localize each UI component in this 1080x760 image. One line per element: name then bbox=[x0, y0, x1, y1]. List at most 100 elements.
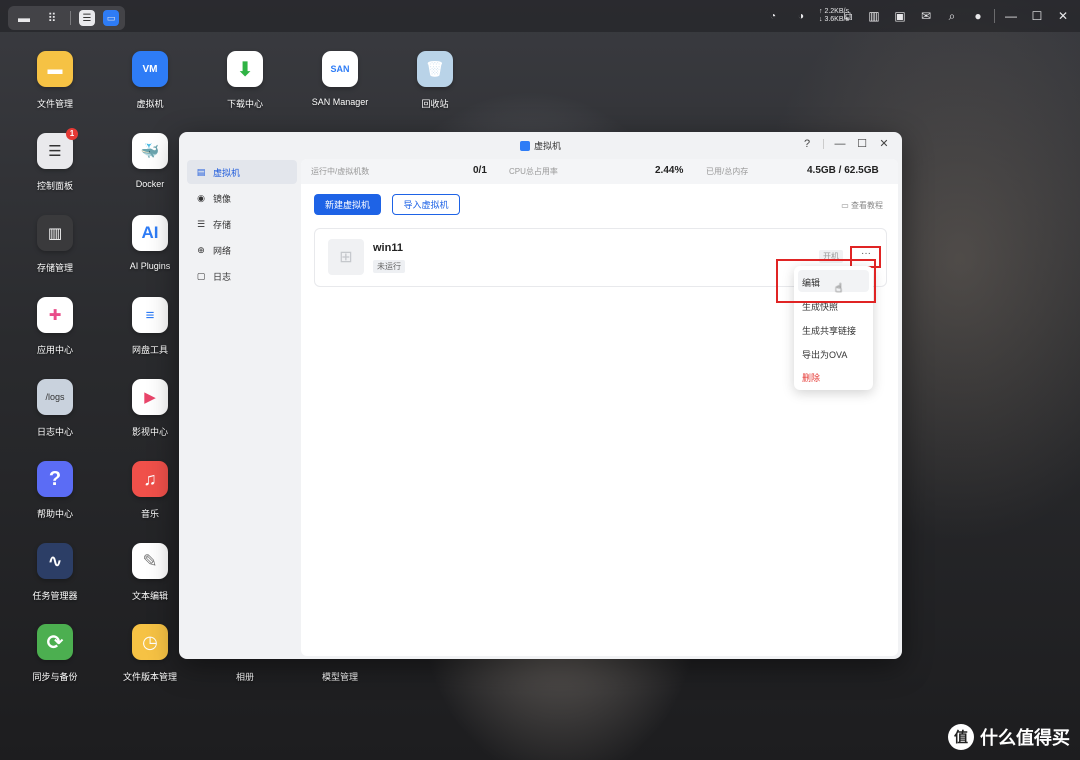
video-icon: ▶ bbox=[132, 379, 168, 415]
ai-icon: AI bbox=[132, 215, 168, 251]
tutorial-label: 查看教程 bbox=[851, 201, 883, 210]
sidebar-item-label: 日志 bbox=[213, 271, 232, 282]
divider bbox=[994, 9, 995, 23]
sidebar-item-label: 镜像 bbox=[213, 193, 232, 204]
server-icon: ▤ bbox=[196, 166, 206, 177]
app-san-manager[interactable]: SAN SAN Manager bbox=[295, 51, 385, 107]
cloud-drive-icon: ≡ bbox=[132, 297, 168, 333]
trash-icon: 🗑 bbox=[417, 51, 453, 87]
music-icon: ♫ bbox=[132, 461, 168, 497]
folder-icon: ▬ bbox=[37, 51, 73, 87]
maximize-icon[interactable]: ☐ bbox=[1027, 6, 1047, 26]
separator bbox=[823, 138, 824, 149]
storage-icon: ▥ bbox=[37, 215, 73, 251]
log-icon: ▢ bbox=[196, 270, 206, 281]
divider bbox=[70, 11, 71, 25]
version-icon: ◷ bbox=[132, 624, 168, 660]
system-status: ◔ ◑ ↑ 2.2KB/s ↓ 3.6KB/s bbox=[763, 6, 849, 26]
menu-item-export-ova[interactable]: 导出为OVA bbox=[802, 348, 847, 361]
new-vm-button[interactable]: 新建虚拟机 bbox=[314, 194, 381, 215]
widget-icon[interactable]: ⧉ bbox=[838, 6, 858, 26]
app-app-center[interactable]: ✚ 应用中心 bbox=[10, 297, 100, 356]
running-value: 0/1 bbox=[473, 165, 487, 176]
sidebar-item-storage[interactable]: ☰ 存储 bbox=[187, 212, 297, 236]
top-bar: ▬ ⠿ ☰ ▭ ◔ ◑ ↑ 2.2KB/s ↓ 3.6KB/s ⧉ ▥ ▣ ✉ … bbox=[0, 0, 1080, 32]
disc-icon: ◉ bbox=[197, 192, 205, 203]
san-icon: SAN bbox=[322, 51, 358, 87]
help-icon: ? bbox=[37, 461, 73, 497]
task-manager-icon: ∿ bbox=[37, 543, 73, 579]
app-control-panel[interactable]: ☰ 1 控制面板 bbox=[10, 128, 100, 192]
notes-icon[interactable]: ▥ bbox=[864, 6, 884, 26]
app-label: 下载中心 bbox=[226, 99, 263, 109]
menu-item-delete[interactable]: 删除 bbox=[802, 371, 820, 384]
sidebar-item-log[interactable]: ▢ 日志 bbox=[187, 264, 297, 288]
vm-window: 虚拟机 ? — ☐ ✕ ▤ 虚拟机 ◉ 镜像 ☰ 存储 ⊕ 网络 ▢ 日志 运行中/虚拟机… bbox=[179, 132, 902, 659]
main-panel: 运行中/虚拟机数 0/1 CPU总占用率 2.44% 已用/总内存 4.5GB … bbox=[301, 159, 898, 656]
app-label: SAN Manager bbox=[311, 97, 369, 107]
app-log-center[interactable]: /logs 日志中心 bbox=[10, 379, 100, 438]
window-titlebar[interactable]: 虚拟机 ? — ☐ ✕ bbox=[179, 132, 902, 158]
maximize-button[interactable]: ☐ bbox=[856, 137, 868, 150]
apps-grid-icon[interactable]: ⠿ bbox=[42, 8, 62, 28]
close-button[interactable]: ✕ bbox=[878, 137, 890, 150]
close-icon[interactable]: ✕ bbox=[1053, 6, 1073, 26]
download-icon: ⬇ bbox=[227, 51, 263, 87]
book-icon: ▭ bbox=[841, 201, 851, 210]
sidebar-item-label: 虚拟机 bbox=[213, 167, 241, 178]
hand-cursor-icon: ☝ bbox=[835, 281, 843, 295]
app-storage-manager[interactable]: ▥ 存储管理 bbox=[10, 215, 100, 274]
tutorial-link[interactable]: ▭ 查看教程 bbox=[841, 200, 883, 211]
user-icon[interactable]: ● bbox=[968, 6, 988, 26]
sidebar-item-label: 存储 bbox=[213, 219, 232, 230]
docker-icon: 🐳 bbox=[132, 133, 168, 169]
control-panel-icon[interactable]: ☰ bbox=[79, 10, 95, 26]
memory-value: 4.5GB / 62.5GB bbox=[807, 165, 879, 176]
database-icon: ☰ bbox=[196, 218, 206, 229]
windows-icon: ⊞ bbox=[328, 239, 364, 275]
window-title-text: 虚拟机 bbox=[533, 141, 561, 151]
vm-app-icon bbox=[519, 141, 530, 151]
import-vm-button[interactable]: 导入虚拟机 bbox=[392, 194, 460, 215]
messages-icon[interactable]: ✉ bbox=[916, 6, 936, 26]
sidebar-item-image[interactable]: ◉ 镜像 bbox=[187, 186, 297, 210]
menu-item-share-link[interactable]: 生成共享链接 bbox=[802, 324, 856, 337]
app-photos[interactable]: 相册 bbox=[200, 660, 290, 683]
vm-status-badge: 未运行 bbox=[373, 260, 405, 273]
minimize-button[interactable]: — bbox=[834, 138, 846, 150]
desktop-icon[interactable]: ▬ bbox=[14, 8, 34, 28]
memory-label: 已用/总内存 bbox=[706, 167, 749, 176]
control-panel-icon: ☰ 1 bbox=[37, 128, 78, 169]
sidebar-item-network[interactable]: ⊕ 网络 bbox=[187, 238, 297, 262]
vm-app-icon[interactable]: ▭ bbox=[103, 10, 119, 26]
app-sync-backup[interactable]: ⟳ 同步与备份 bbox=[10, 624, 100, 683]
window-title: 虚拟机 bbox=[179, 139, 902, 152]
cpu-icon[interactable]: ◔ bbox=[763, 6, 783, 26]
app-file-manager[interactable]: ▬ 文件管理 bbox=[10, 51, 100, 110]
app-label: 控制面板 bbox=[36, 181, 73, 191]
watermark: 值 什么值得买 bbox=[948, 724, 1070, 750]
running-label: 运行中/虚拟机数 bbox=[311, 167, 370, 176]
monitor-icon[interactable]: ▣ bbox=[890, 6, 910, 26]
app-recycle-bin[interactable]: 🗑 回收站 bbox=[390, 51, 480, 110]
app-virtual-machine[interactable]: VM 虚拟机 bbox=[105, 51, 195, 110]
window-controls: ? — ☐ ✕ bbox=[801, 137, 890, 151]
minimize-icon[interactable]: — bbox=[1001, 6, 1021, 26]
vm-icon: VM bbox=[132, 51, 168, 87]
search-icon[interactable]: ⌕ bbox=[942, 6, 962, 26]
watermark-logo-icon: 值 bbox=[948, 724, 974, 750]
app-label: 模型管理 bbox=[321, 672, 358, 682]
app-download-center[interactable]: ⬇ 下载中心 bbox=[200, 51, 290, 110]
app-label: 回收站 bbox=[421, 99, 449, 109]
logs-icon: /logs bbox=[37, 379, 73, 415]
app-help-center[interactable]: ? 帮助中心 bbox=[10, 461, 100, 520]
stats-bar: 运行中/虚拟机数 0/1 CPU总占用率 2.44% 已用/总内存 4.5GB … bbox=[301, 159, 898, 184]
app-model-manager[interactable]: 模型管理 bbox=[295, 660, 385, 683]
app-task-manager[interactable]: ∿ 任务管理器 bbox=[10, 543, 100, 602]
help-button[interactable]: ? bbox=[801, 138, 813, 150]
highlight-edit-item bbox=[776, 259, 876, 303]
app-label: 文件管理 bbox=[36, 99, 73, 109]
app-label: 文件版本管理 bbox=[122, 672, 177, 682]
ram-icon[interactable]: ◑ bbox=[791, 6, 811, 26]
sidebar-item-vm[interactable]: ▤ 虚拟机 bbox=[187, 160, 297, 184]
